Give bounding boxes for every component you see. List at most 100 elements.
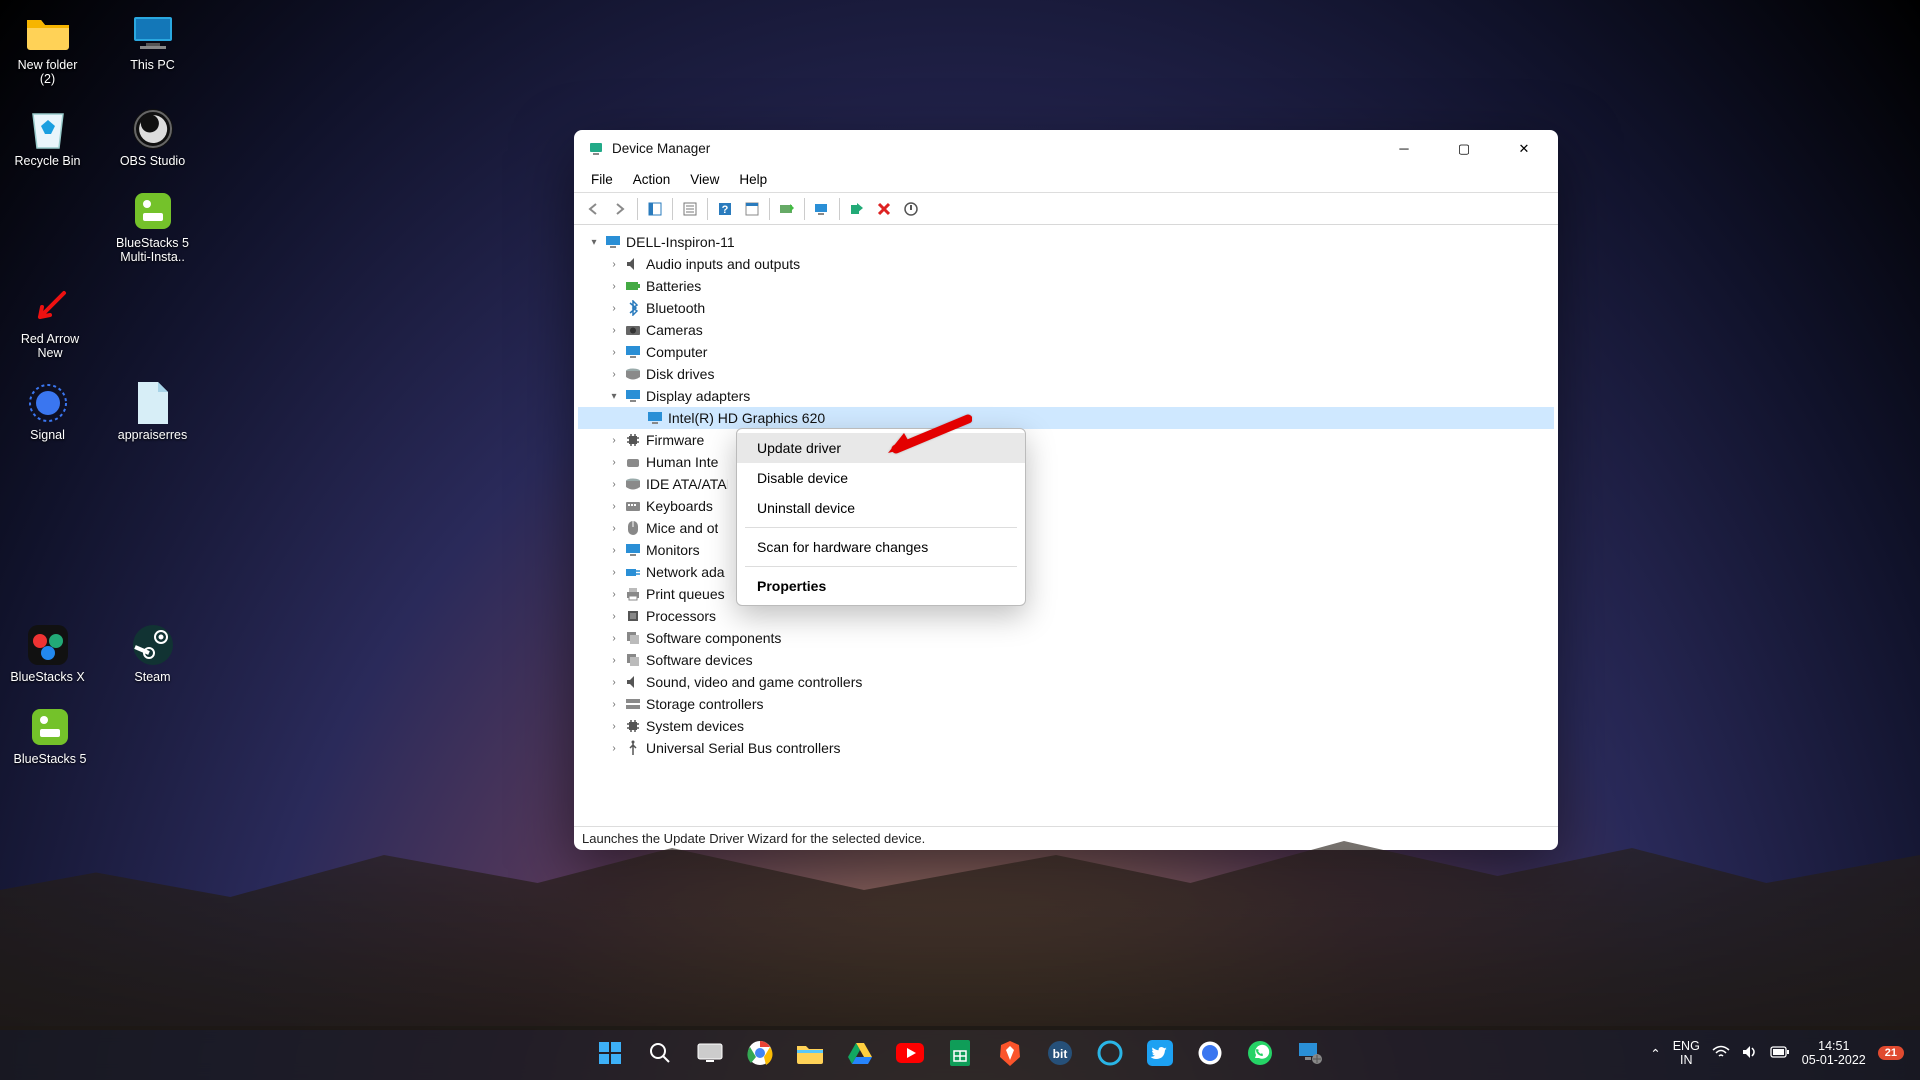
tree-category[interactable]: ›IDE ATA/ATAI	[578, 473, 1554, 495]
taskbar-sheets-button[interactable]	[939, 1032, 981, 1074]
bluestacks-icon	[130, 188, 176, 234]
keyboard-icon	[624, 497, 642, 515]
desktop-icon-appraiserres[interactable]: appraiserres	[115, 380, 190, 442]
tree-category[interactable]: ›Universal Serial Bus controllers	[578, 737, 1554, 759]
monitor-icon	[624, 343, 642, 361]
taskbar-chrome-button[interactable]	[739, 1032, 781, 1074]
update-driver-button[interactable]	[774, 196, 800, 222]
tree-category[interactable]: ›Bluetooth	[578, 297, 1554, 319]
help-button[interactable]: ?	[712, 196, 738, 222]
taskbar-search-button[interactable]	[639, 1032, 681, 1074]
taskbar-start-button[interactable]	[589, 1032, 631, 1074]
tree-category-label: IDE ATA/ATAI	[646, 476, 728, 492]
bluestacks-x-icon	[25, 622, 71, 668]
tree-device[interactable]: Intel(R) HD Graphics 620	[578, 407, 1554, 429]
context-menu-item[interactable]: Update driver	[737, 433, 1025, 463]
uninstall-device-button[interactable]	[871, 196, 897, 222]
tree-category[interactable]: ›Software components	[578, 627, 1554, 649]
show-hide-tree-button[interactable]	[642, 196, 668, 222]
tree-category[interactable]: ›Monitors	[578, 539, 1554, 561]
separator	[839, 198, 840, 220]
tree-category[interactable]: ›Audio inputs and outputs	[578, 253, 1554, 275]
battery-icon[interactable]	[1770, 1046, 1790, 1061]
tree-category[interactable]: ›Network ada	[578, 561, 1554, 583]
menu-action[interactable]: Action	[624, 169, 680, 190]
tray-chevron-icon[interactable]: ⌃	[1650, 1046, 1660, 1061]
notification-badge[interactable]: 21	[1878, 1046, 1904, 1060]
desktop-icon-recycle-bin[interactable]: Recycle Bin	[10, 106, 85, 168]
desktop-icon-bluestacks5[interactable]: BlueStacks 5	[10, 704, 90, 766]
tree-category-label: Storage controllers	[646, 696, 764, 712]
tree-category[interactable]: ›Software devices	[578, 649, 1554, 671]
cpu-icon	[624, 607, 642, 625]
tree-category[interactable]: ›Human Inte	[578, 451, 1554, 473]
desktop-icon-new-folder[interactable]: New folder (2)	[10, 10, 85, 86]
menu-view[interactable]: View	[681, 169, 728, 190]
minimize-button[interactable]: ─	[1374, 130, 1434, 167]
bluestacks-icon	[27, 704, 73, 750]
close-button[interactable]: ✕	[1494, 130, 1554, 167]
context-menu-item[interactable]: Scan for hardware changes	[737, 532, 1025, 562]
tree-category[interactable]: ›Processors	[578, 605, 1554, 627]
tree-category[interactable]: ›Disk drives	[578, 363, 1554, 385]
taskbar-devmgr-button[interactable]	[1289, 1032, 1331, 1074]
desktop-icon-bluestacks5-multi[interactable]: BlueStacks 5 Multi-Insta..	[115, 188, 190, 264]
tree-category[interactable]: ›Batteries	[578, 275, 1554, 297]
properties-button[interactable]	[677, 196, 703, 222]
volume-icon[interactable]	[1742, 1045, 1758, 1062]
context-menu-item[interactable]: Properties	[737, 571, 1025, 601]
tree-root-label: DELL-Inspiron-11	[626, 234, 735, 250]
system-tray: ⌃ ENG IN 14:51 05-01-2022 21	[1650, 1039, 1920, 1067]
tree-category[interactable]: ›Print queues	[578, 583, 1554, 605]
context-menu: Update driverDisable deviceUninstall dev…	[736, 428, 1026, 606]
desktop-icon-bluestacks-x[interactable]: BlueStacks X	[10, 622, 85, 684]
tree-category[interactable]: ▾Display adapters	[578, 385, 1554, 407]
tree-category[interactable]: ›Storage controllers	[578, 693, 1554, 715]
desktop-icon-signal[interactable]: Signal	[10, 380, 85, 442]
tree-root[interactable]: ▾DELL-Inspiron-11	[578, 231, 1554, 253]
wifi-icon[interactable]	[1712, 1045, 1730, 1062]
tree-category[interactable]: ›Keyboards	[578, 495, 1554, 517]
desktop-icon-obs-studio[interactable]: OBS Studio	[115, 106, 190, 168]
forward-button[interactable]	[607, 196, 633, 222]
action-button[interactable]	[739, 196, 765, 222]
taskbar-whatsapp-button[interactable]	[1239, 1032, 1281, 1074]
tree-category[interactable]: ›Sound, video and game controllers	[578, 671, 1554, 693]
disk-icon	[624, 365, 642, 383]
context-menu-item[interactable]: Disable device	[737, 463, 1025, 493]
menu-file[interactable]: File	[582, 169, 622, 190]
context-menu-item[interactable]: Uninstall device	[737, 493, 1025, 523]
taskbar-youtube-button[interactable]	[889, 1032, 931, 1074]
desktop-icon-red-arrow-new[interactable]: Red Arrow New	[10, 284, 90, 360]
disable-device-button[interactable]	[898, 196, 924, 222]
tree-category[interactable]: ›Mice and ot	[578, 517, 1554, 539]
device-tree[interactable]: ▾DELL-Inspiron-11›Audio inputs and outpu…	[574, 225, 1558, 826]
desktop-icon-steam[interactable]: Steam	[115, 622, 190, 684]
taskbar-signal-button[interactable]	[1189, 1032, 1231, 1074]
tree-category[interactable]: ›Computer	[578, 341, 1554, 363]
maximize-button[interactable]: ▢	[1434, 130, 1494, 167]
tree-category[interactable]: ›Cameras	[578, 319, 1554, 341]
taskbar-taskview-button[interactable]	[689, 1032, 731, 1074]
time: 14:51	[1818, 1039, 1849, 1053]
enable-device-button[interactable]	[844, 196, 870, 222]
chip-icon	[624, 431, 642, 449]
desktop-icon-this-pc[interactable]: This PC	[115, 10, 190, 86]
menu-help[interactable]: Help	[730, 169, 776, 190]
taskbar-brave-button[interactable]	[989, 1032, 1031, 1074]
device-manager-window: Device Manager ─ ▢ ✕ File Action View He…	[574, 130, 1558, 850]
clock[interactable]: 14:51 05-01-2022	[1802, 1039, 1866, 1067]
tree-category[interactable]: ›Firmware	[578, 429, 1554, 451]
scan-hardware-button[interactable]	[809, 196, 835, 222]
tree-category[interactable]: ›System devices	[578, 715, 1554, 737]
taskbar-bitwarden-button[interactable]: bit	[1039, 1032, 1081, 1074]
taskbar-explorer-button[interactable]	[789, 1032, 831, 1074]
taskbar-cortana-button[interactable]	[1089, 1032, 1131, 1074]
menu-separator	[745, 566, 1017, 567]
language-indicator[interactable]: ENG IN	[1673, 1039, 1700, 1067]
taskbar-twitter-button[interactable]	[1139, 1032, 1181, 1074]
titlebar[interactable]: Device Manager ─ ▢ ✕	[574, 130, 1558, 167]
taskbar-drive-button[interactable]	[839, 1032, 881, 1074]
back-button[interactable]	[580, 196, 606, 222]
toolbar: ?	[574, 193, 1558, 225]
